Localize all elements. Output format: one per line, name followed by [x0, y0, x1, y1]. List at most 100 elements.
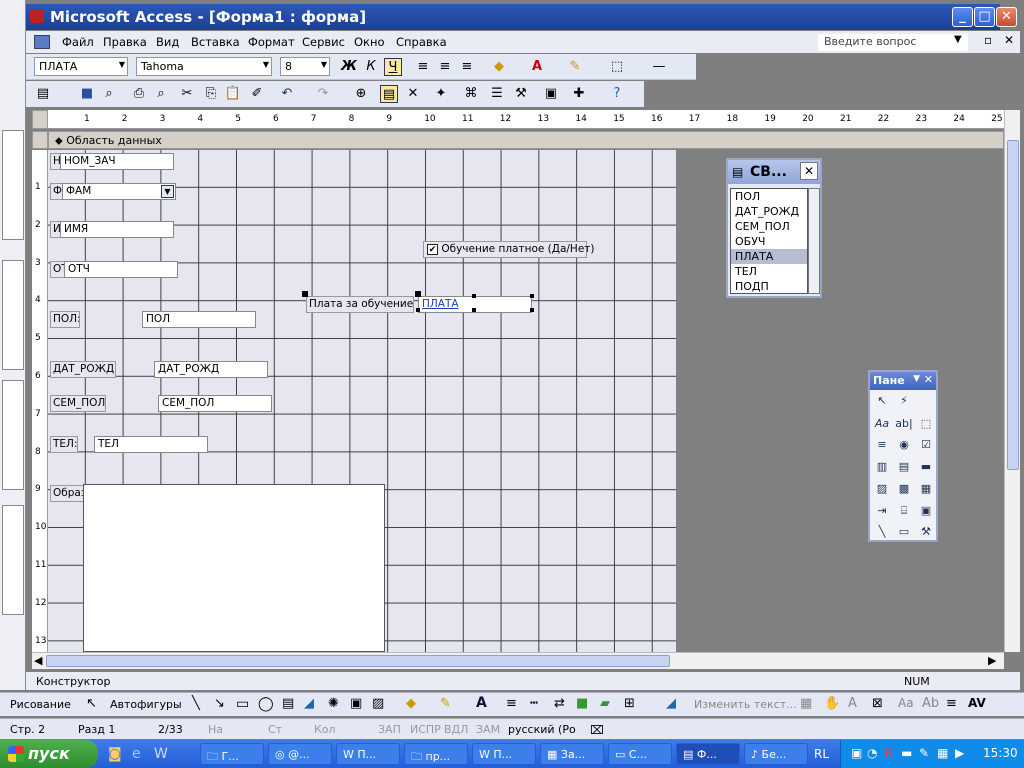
label-tel[interactable]: ТЕЛ: [50, 436, 78, 453]
cut-icon[interactable]: ✂ [178, 85, 196, 103]
field-list-icon[interactable]: ▤ [380, 85, 398, 103]
wordart-icon[interactable]: ◢ [666, 696, 676, 711]
field-list-item-selected[interactable]: ПЛАТА [731, 249, 807, 264]
minimize-button[interactable]: _ [952, 7, 973, 27]
ie-icon[interactable]: e [132, 746, 141, 762]
listbox-tool-icon[interactable]: ▤ [894, 458, 914, 476]
select-pointer-icon[interactable]: ↖ [872, 392, 892, 410]
quicklaunch-icon[interactable]: ◙ [108, 746, 122, 762]
toggle-tool-icon[interactable]: ≡ [872, 436, 892, 454]
unbound-frame-icon[interactable]: ▩ [894, 480, 914, 498]
image-frame[interactable] [83, 484, 385, 652]
tray-icon[interactable]: K [885, 746, 893, 760]
field-tel[interactable]: ТЕЛ [94, 436, 208, 453]
rectangle-tool-icon[interactable]: ▭ [894, 523, 914, 541]
status-rec[interactable]: ЗАП [378, 723, 401, 736]
field-list-scrollbar[interactable] [808, 188, 820, 294]
font-color-icon[interactable]: A [476, 695, 487, 711]
wordart-icon[interactable]: ◢ [304, 696, 314, 711]
radio-tool-icon[interactable]: ◉ [894, 436, 914, 454]
subform-icon[interactable]: ▣ [916, 502, 936, 520]
line-icon[interactable]: ╲ [192, 696, 200, 711]
status-ext[interactable]: ВДЛ [444, 723, 468, 736]
print-icon[interactable]: ⎙ [130, 85, 148, 103]
field-list-item[interactable]: ТЕЛ [731, 264, 807, 279]
paste-icon[interactable]: 📋 [224, 85, 242, 103]
taskbar-item[interactable]: ♪ Бе... [744, 743, 808, 765]
diagram-icon[interactable]: ✺ [328, 696, 339, 711]
close-button[interactable]: ✕ [996, 7, 1017, 27]
close-icon[interactable]: ✕ [924, 373, 933, 386]
start-button[interactable]: пуск [0, 740, 98, 768]
field-sem[interactable]: СЕМ_ПОЛ [158, 395, 272, 412]
vertical-text-icon[interactable]: Ab [922, 696, 939, 711]
button-tool-icon[interactable]: ▬ [916, 458, 936, 476]
resize-handle[interactable] [530, 308, 534, 312]
restore-doc-button[interactable]: ▫ [984, 33, 992, 47]
font-combo[interactable]: Tahoma ▼ [136, 57, 272, 76]
arrow-style-icon[interactable]: ⇄ [554, 696, 565, 711]
menu-format[interactable]: Формат [248, 35, 295, 49]
status-ovr[interactable]: ЗАМ [476, 723, 500, 736]
tab-control-icon[interactable]: ⌸ [894, 502, 914, 520]
bold-icon[interactable]: Ж [340, 58, 358, 76]
autoformat-icon[interactable]: ✦ [432, 85, 450, 103]
code-icon[interactable]: ⌘ [462, 85, 480, 103]
tray-icon[interactable]: ▦ [937, 746, 948, 760]
language-indicator[interactable]: RL [814, 747, 829, 761]
same-height-icon[interactable]: Aa [898, 696, 914, 710]
alignment-icon[interactable]: ≡ [946, 696, 957, 711]
field-list[interactable]: ПОЛ ДАТ_РОЖД СЕМ_ПОЛ ОБУЧ ПЛАТА ТЕЛ ПОДП [730, 188, 808, 294]
character-spacing-icon[interactable]: AV [968, 696, 986, 710]
section-selector[interactable] [32, 131, 48, 149]
word-icon[interactable]: W [154, 746, 168, 762]
format-wordart-icon[interactable]: ✋ [824, 696, 840, 711]
search-icon[interactable]: ⌕ [100, 85, 118, 103]
dash-style-icon[interactable]: ┅ [530, 696, 538, 711]
checkbox-label-box[interactable]: ✔ Обучение платное (Да/Нет) [423, 241, 595, 258]
line-color-icon[interactable]: ✎ [440, 696, 451, 711]
scroll-thumb[interactable] [1007, 140, 1019, 470]
bound-frame-icon[interactable]: ▦ [916, 480, 936, 498]
field-list-item[interactable]: ОБУЧ [731, 234, 807, 249]
field-imya[interactable]: ИМЯ [60, 221, 174, 238]
border-icon[interactable]: ⬚ [608, 58, 626, 76]
properties-icon[interactable]: ☰ [488, 85, 506, 103]
taskbar-item[interactable]: ◎ @... [268, 743, 332, 765]
resize-handle[interactable] [302, 291, 308, 297]
italic-icon[interactable]: К [362, 58, 380, 76]
build-icon[interactable]: ⚒ [512, 85, 530, 103]
edit-text-button[interactable]: Изменить текст... [694, 698, 797, 711]
field-otch[interactable]: ОТЧ [64, 261, 178, 278]
tray-icon[interactable]: ◔ [867, 746, 877, 760]
resize-handle[interactable] [530, 294, 534, 298]
help-icon[interactable]: ? [608, 85, 626, 103]
taskbar-item[interactable]: 🗀 пр... [404, 743, 468, 765]
align-icon[interactable]: ⊞ [624, 696, 635, 711]
shadow-icon[interactable]: ■ [576, 696, 588, 711]
3d-icon[interactable]: ▰ [600, 696, 610, 711]
field-nom[interactable]: НОМ_ЗАЧ [60, 153, 174, 170]
status-trk[interactable]: ИСПР [410, 723, 441, 736]
align-center-icon[interactable]: ≡ [436, 58, 454, 76]
format-painter-icon[interactable]: ✐ [248, 85, 266, 103]
more-controls-icon[interactable]: ⚒ [916, 523, 936, 541]
field-dat[interactable]: ДАТ_РОЖД [154, 361, 268, 378]
clipart-icon[interactable]: ▣ [350, 696, 362, 711]
underline-icon[interactable]: Ч [384, 58, 402, 76]
page-break-icon[interactable]: ⇥ [872, 502, 892, 520]
chevron-down-icon[interactable]: ▼ [913, 374, 920, 384]
scroll-thumb[interactable] [46, 655, 670, 667]
menu-view[interactable]: Вид [156, 35, 179, 49]
label-pol[interactable]: ПОЛ: [50, 311, 80, 328]
arrow-icon[interactable]: ↘ [214, 696, 225, 711]
line-color-icon[interactable]: ✎ [566, 58, 584, 76]
maximize-button[interactable]: □ [974, 7, 995, 27]
menu-insert[interactable]: Вставка [191, 35, 240, 49]
form-design-grid[interactable]: Н НОМ_ЗАЧ Ф ФАМ▼ И ИМЯ ОТ ОТЧ ✔ Обучение… [48, 150, 676, 652]
scroll-right-icon[interactable]: ▶ [988, 654, 996, 667]
hyperlink-icon[interactable]: ⊕ [352, 85, 370, 103]
align-left-icon[interactable]: ≡ [414, 58, 432, 76]
option-group-icon[interactable]: ⬚ [916, 415, 936, 433]
copy-icon[interactable]: ⎘ [202, 85, 220, 103]
